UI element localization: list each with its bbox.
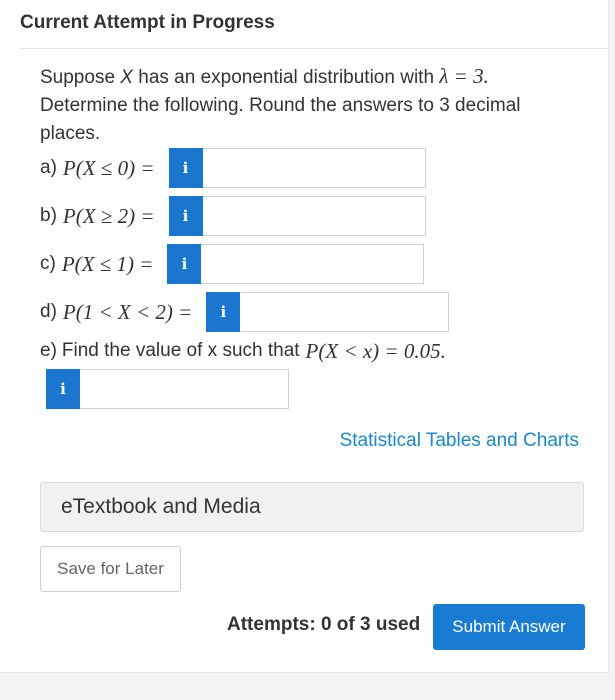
part-d-label: d) (40, 301, 57, 322)
part-e-expression: P(X < x) = 0.05. (305, 338, 446, 363)
save-for-later-button[interactable]: Save for Later (40, 546, 181, 592)
part-e-text: Find the value of x such that (61, 340, 300, 361)
statistical-tables-link[interactable]: Statistical Tables and Charts (340, 430, 579, 452)
part-d-answer: i (206, 292, 450, 332)
intro-instruction: Determine the following. Round the answe… (40, 95, 521, 144)
part-b-label: b) (40, 205, 57, 226)
intro-variable: X (120, 67, 133, 88)
part-e-row: e) Find the value of x such that P(X < x… (40, 330, 446, 372)
info-icon[interactable]: i (168, 148, 203, 188)
part-d-row: d) P(1 < X < 2) = i (40, 291, 450, 333)
info-icon[interactable]: i (46, 369, 80, 409)
etextbook-media-label: eTextbook and Media (61, 495, 261, 518)
part-c-expression: P(X ≤ 1) = (61, 251, 154, 276)
header-divider (20, 48, 608, 49)
info-icon[interactable]: i (167, 244, 202, 284)
part-c-row: c) P(X ≤ 1) = i (40, 243, 425, 285)
intro-prefix: Suppose (40, 67, 121, 88)
part-d-input[interactable] (240, 292, 450, 332)
part-c-label: c) (40, 253, 56, 274)
part-c-answer: i (167, 244, 425, 284)
info-icon[interactable]: i (168, 196, 203, 236)
etextbook-media-panel[interactable]: eTextbook and Media (40, 482, 584, 532)
intro-mid: has an exponential distribution with (132, 67, 440, 88)
part-a-expression: P(X ≤ 0) = (62, 155, 155, 180)
part-b-answer: i (168, 196, 426, 236)
part-a-label: a) (40, 157, 57, 178)
part-c-input[interactable] (201, 244, 425, 284)
part-a-answer: i (168, 148, 426, 188)
page-title: Current Attempt in Progress (20, 12, 275, 33)
part-a-row: a) P(X ≤ 0) = i (40, 147, 426, 189)
question-card: Current Attempt in Progress Suppose X ha… (0, 0, 609, 673)
part-e-input[interactable] (80, 369, 289, 409)
part-d-expression: P(1 < X < 2) = (62, 299, 193, 324)
lambda-expression: λ = 3. (439, 64, 489, 88)
info-icon[interactable]: i (206, 292, 241, 332)
attempts-counter: Attempts: 0 of 3 used (227, 614, 421, 635)
part-b-row: b) P(X ≥ 2) = i (40, 195, 426, 237)
part-b-input[interactable] (202, 196, 426, 236)
submit-answer-button[interactable]: Submit Answer (433, 604, 585, 650)
part-a-input[interactable] (202, 148, 426, 188)
part-e-label: e) (40, 340, 57, 361)
question-intro: Suppose X has an exponential distributio… (40, 62, 580, 148)
part-e-answer: i (46, 369, 289, 409)
part-b-expression: P(X ≥ 2) = (62, 203, 155, 228)
